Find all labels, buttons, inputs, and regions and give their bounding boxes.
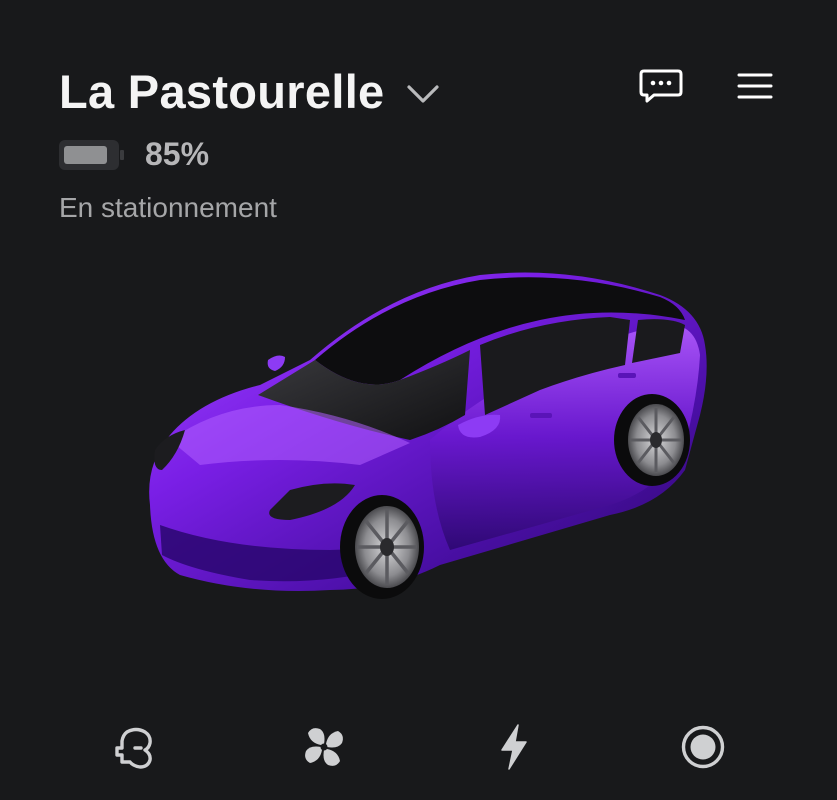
vehicle-selector[interactable]: La Pastourelle (59, 64, 441, 119)
sentry-button[interactable] (671, 715, 735, 779)
lock-icon (115, 727, 152, 769)
vehicle-status: En stationnement (59, 192, 277, 223)
record-icon (681, 725, 725, 769)
vehicle-name: La Pastourelle (59, 65, 385, 118)
menu-button[interactable] (733, 68, 777, 104)
battery-percentage: 85% (145, 136, 210, 172)
chat-bubble-icon (639, 69, 683, 103)
lightning-icon (501, 724, 527, 770)
menu-icon (737, 73, 773, 99)
bottom-navigation (0, 715, 837, 779)
charging-button[interactable] (482, 715, 546, 779)
car-image (149, 272, 707, 599)
fan-icon (305, 728, 343, 766)
climate-button[interactable] (292, 715, 356, 779)
header-actions (639, 68, 777, 104)
chevron-down-icon[interactable] (405, 82, 441, 106)
lock-button[interactable] (104, 715, 168, 779)
battery-status: 85% (59, 136, 209, 173)
battery-fill (64, 145, 107, 164)
messages-button[interactable] (639, 68, 683, 104)
battery-icon (59, 139, 125, 170)
